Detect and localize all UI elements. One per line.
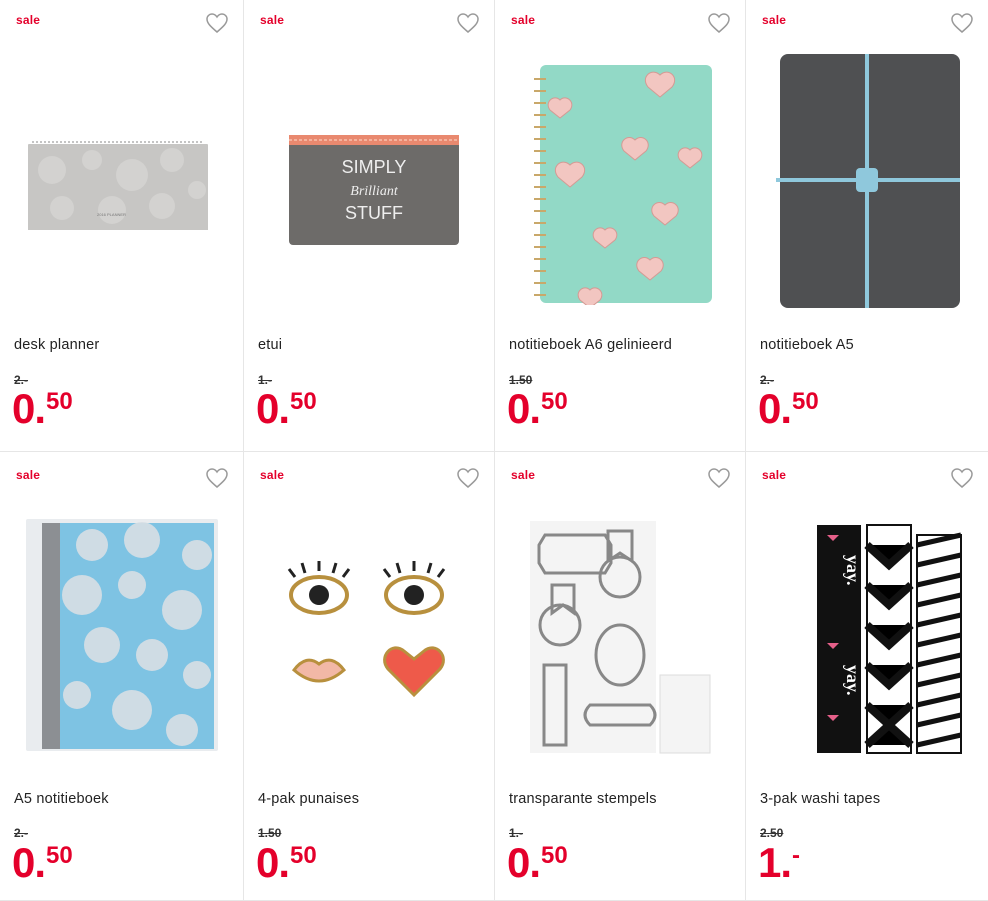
product-name[interactable]: notitieboek A6 gelinieerd [509, 337, 672, 353]
product-name[interactable]: etui [258, 337, 282, 353]
heart-icon[interactable] [205, 12, 229, 34]
product-image[interactable] [746, 45, 988, 315]
current-price: 0.50 [12, 839, 73, 886]
heart-icon[interactable] [950, 467, 974, 489]
heart-icon[interactable] [707, 467, 731, 489]
product-card[interactable]: sale SIMPLY Brilliant STUFF etui 1.- 0.5… [244, 0, 495, 452]
product-image[interactable] [495, 500, 745, 770]
current-price: 0.50 [256, 385, 317, 432]
product-card[interactable]: sale 2016 PLANNER desk planner 2.- 0.50 [0, 0, 244, 452]
sale-badge: sale [762, 468, 787, 482]
old-price: 2.50 [760, 826, 784, 840]
product-card[interactable]: sale 4-pak punaises 1.50 0.50 [244, 452, 495, 901]
heart-icon[interactable] [950, 12, 974, 34]
product-grid: sale 2016 PLANNER desk planner 2.- 0.50 … [0, 0, 988, 901]
image-text: Brilliant [350, 184, 399, 199]
sale-badge: sale [511, 468, 536, 482]
product-image[interactable] [495, 45, 745, 315]
product-name[interactable]: 4-pak punaises [258, 791, 359, 807]
product-name[interactable]: 3-pak washi tapes [760, 791, 880, 807]
product-image[interactable]: yay. yay. [746, 500, 988, 770]
image-text: STUFF [345, 203, 403, 223]
current-price: 0.50 [507, 839, 568, 886]
sale-badge: sale [511, 13, 536, 27]
product-name[interactable]: A5 notitieboek [14, 791, 109, 807]
image-text: SIMPLY [342, 157, 407, 177]
sale-badge: sale [260, 13, 285, 27]
sale-badge: sale [16, 13, 41, 27]
product-image[interactable] [0, 500, 243, 770]
image-text: yay. [843, 665, 863, 696]
heart-icon[interactable] [456, 12, 480, 34]
product-name[interactable]: notitieboek A5 [760, 337, 854, 353]
product-card[interactable]: sale A5 notitieboek 2.- 0.50 [0, 452, 244, 901]
product-image[interactable]: 2016 PLANNER [0, 45, 243, 315]
product-name[interactable]: desk planner [14, 337, 99, 353]
current-price: 0.50 [12, 385, 73, 432]
current-price: 1.- [758, 839, 801, 886]
product-card[interactable]: sale notitieboek A5 2.- 0.50 [746, 0, 988, 452]
sale-badge: sale [16, 468, 41, 482]
heart-icon[interactable] [707, 12, 731, 34]
current-price: 0.50 [507, 385, 568, 432]
product-name[interactable]: transparante stempels [509, 791, 657, 807]
sale-badge: sale [762, 13, 787, 27]
image-text: yay. [843, 555, 863, 586]
old-price: 1.50 [258, 826, 282, 840]
old-price: 2.- [14, 826, 29, 840]
old-price: 1.- [509, 826, 524, 840]
heart-icon[interactable] [205, 467, 229, 489]
product-card[interactable]: sale transparante stempels 1.- 0.50 [495, 452, 746, 901]
product-card[interactable]: sale yay. yay. 3-pak washi tapes 2.50 1.… [746, 452, 988, 901]
product-image[interactable]: SIMPLY Brilliant STUFF [244, 45, 494, 315]
sale-badge: sale [260, 468, 285, 482]
heart-icon[interactable] [456, 467, 480, 489]
current-price: 0.50 [256, 839, 317, 886]
product-image[interactable] [244, 500, 494, 770]
svg-text:2016 PLANNER: 2016 PLANNER [97, 212, 126, 217]
current-price: 0.50 [758, 385, 819, 432]
product-card[interactable]: sale notitieboek A6 gelinieerd 1.50 0.50 [495, 0, 746, 452]
